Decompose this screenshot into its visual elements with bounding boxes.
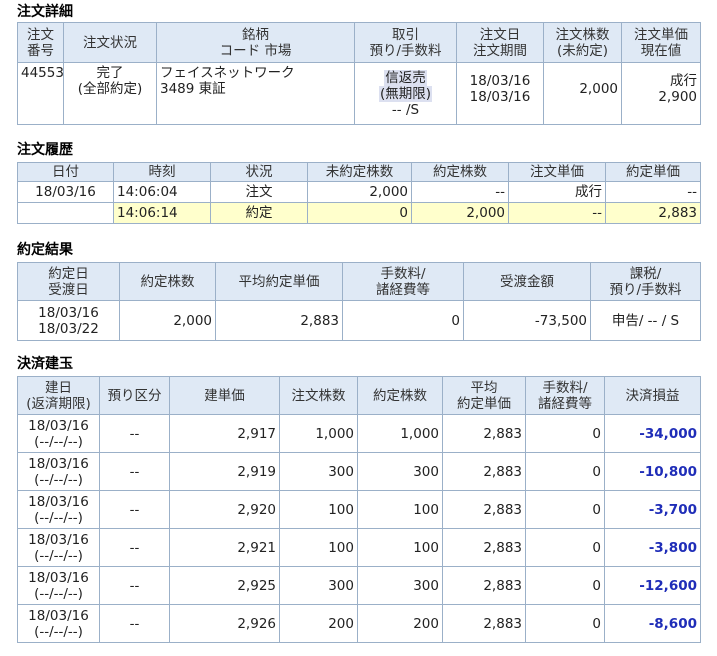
table-row: 18/03/16 (--/--/--) -- 2,919 300 300 2,88… <box>17 452 701 491</box>
stock-name: フェイスネットワーク 3489 東証 <box>156 62 355 125</box>
table-row: 18/03/16 (--/--/--) -- 2,925 300 300 2,88… <box>17 566 701 605</box>
settlement-table: 建日 (返済期限) 預り区分 建単価 注文株数 約定株数 平均 約定単価 手数料/諸… <box>17 376 701 643</box>
order-detail-row: 44553 完了 (全部約定) フェイスネットワーク 3489 東証 信返売 (無期限… <box>17 62 701 125</box>
table-row: 14:06:14 約定 0 2,000 -- 2,883 <box>17 202 701 224</box>
page: { "order_detail": { "title": "注文詳細", "he… <box>0 0 717 656</box>
order-detail-header: 注文 番号 注文状況 銘柄 コード 市場 取引 預り/手数料 注文日 注文期間 注文株数… <box>17 22 701 63</box>
order-history-header: 日付 時刻 状況 未約定株数 約定株数 注文単価 約定単価 <box>17 162 701 182</box>
table-row: 18/03/16 (--/--/--) -- 2,917 1,000 1,000 … <box>17 414 701 453</box>
settlement-header: 建日 (返済期限) 預り区分 建単価 注文株数 約定株数 平均 約定単価 手数料/諸… <box>17 376 701 415</box>
settlement-title: 決済建玉 <box>17 356 73 372</box>
order-history-title: 注文履歴 <box>17 142 73 158</box>
order-status: 完了 (全部約定) <box>63 62 157 125</box>
table-row: 18/03/16 (--/--/--) -- 2,920 100 100 2,88… <box>17 490 701 529</box>
table-row: 18/03/16 (--/--/--) -- 2,926 200 200 2,88… <box>17 604 701 643</box>
table-row: 18/03/16 14:06:04 注文 2,000 -- 成行 -- <box>17 181 701 203</box>
order-history-table: 日付 時刻 状況 未約定株数 約定株数 注文単価 約定単価 18/03/16 1… <box>17 162 701 224</box>
order-detail-title: 注文詳細 <box>17 4 73 20</box>
order-number: 44553 <box>17 62 64 125</box>
exec-result-title: 約定結果 <box>17 242 73 258</box>
exec-result-header: 約定日 受渡日 約定株数 平均約定単価 手数料/諸経費等 受渡金額 課税/預り/手… <box>17 262 701 301</box>
order-shares: 2,000 <box>543 62 622 125</box>
table-row: 18/03/16 (--/--/--) -- 2,921 100 100 2,88… <box>17 528 701 567</box>
order-detail-table: 注文 番号 注文状況 銘柄 コード 市場 取引 預り/手数料 注文日 注文期間 注文株数… <box>17 22 701 125</box>
exec-result-table: 約定日 受渡日 約定株数 平均約定単価 手数料/諸経費等 受渡金額 課税/預り/手… <box>17 262 701 341</box>
order-price: 成行 2,900 <box>621 62 701 125</box>
trade-type: 信返売 (無期限) -- /S <box>354 62 457 125</box>
order-dates: 18/03/16 18/03/16 <box>456 62 544 125</box>
table-row: 18/03/16 18/03/22 2,000 2,883 0 -73,500 申… <box>17 300 701 341</box>
